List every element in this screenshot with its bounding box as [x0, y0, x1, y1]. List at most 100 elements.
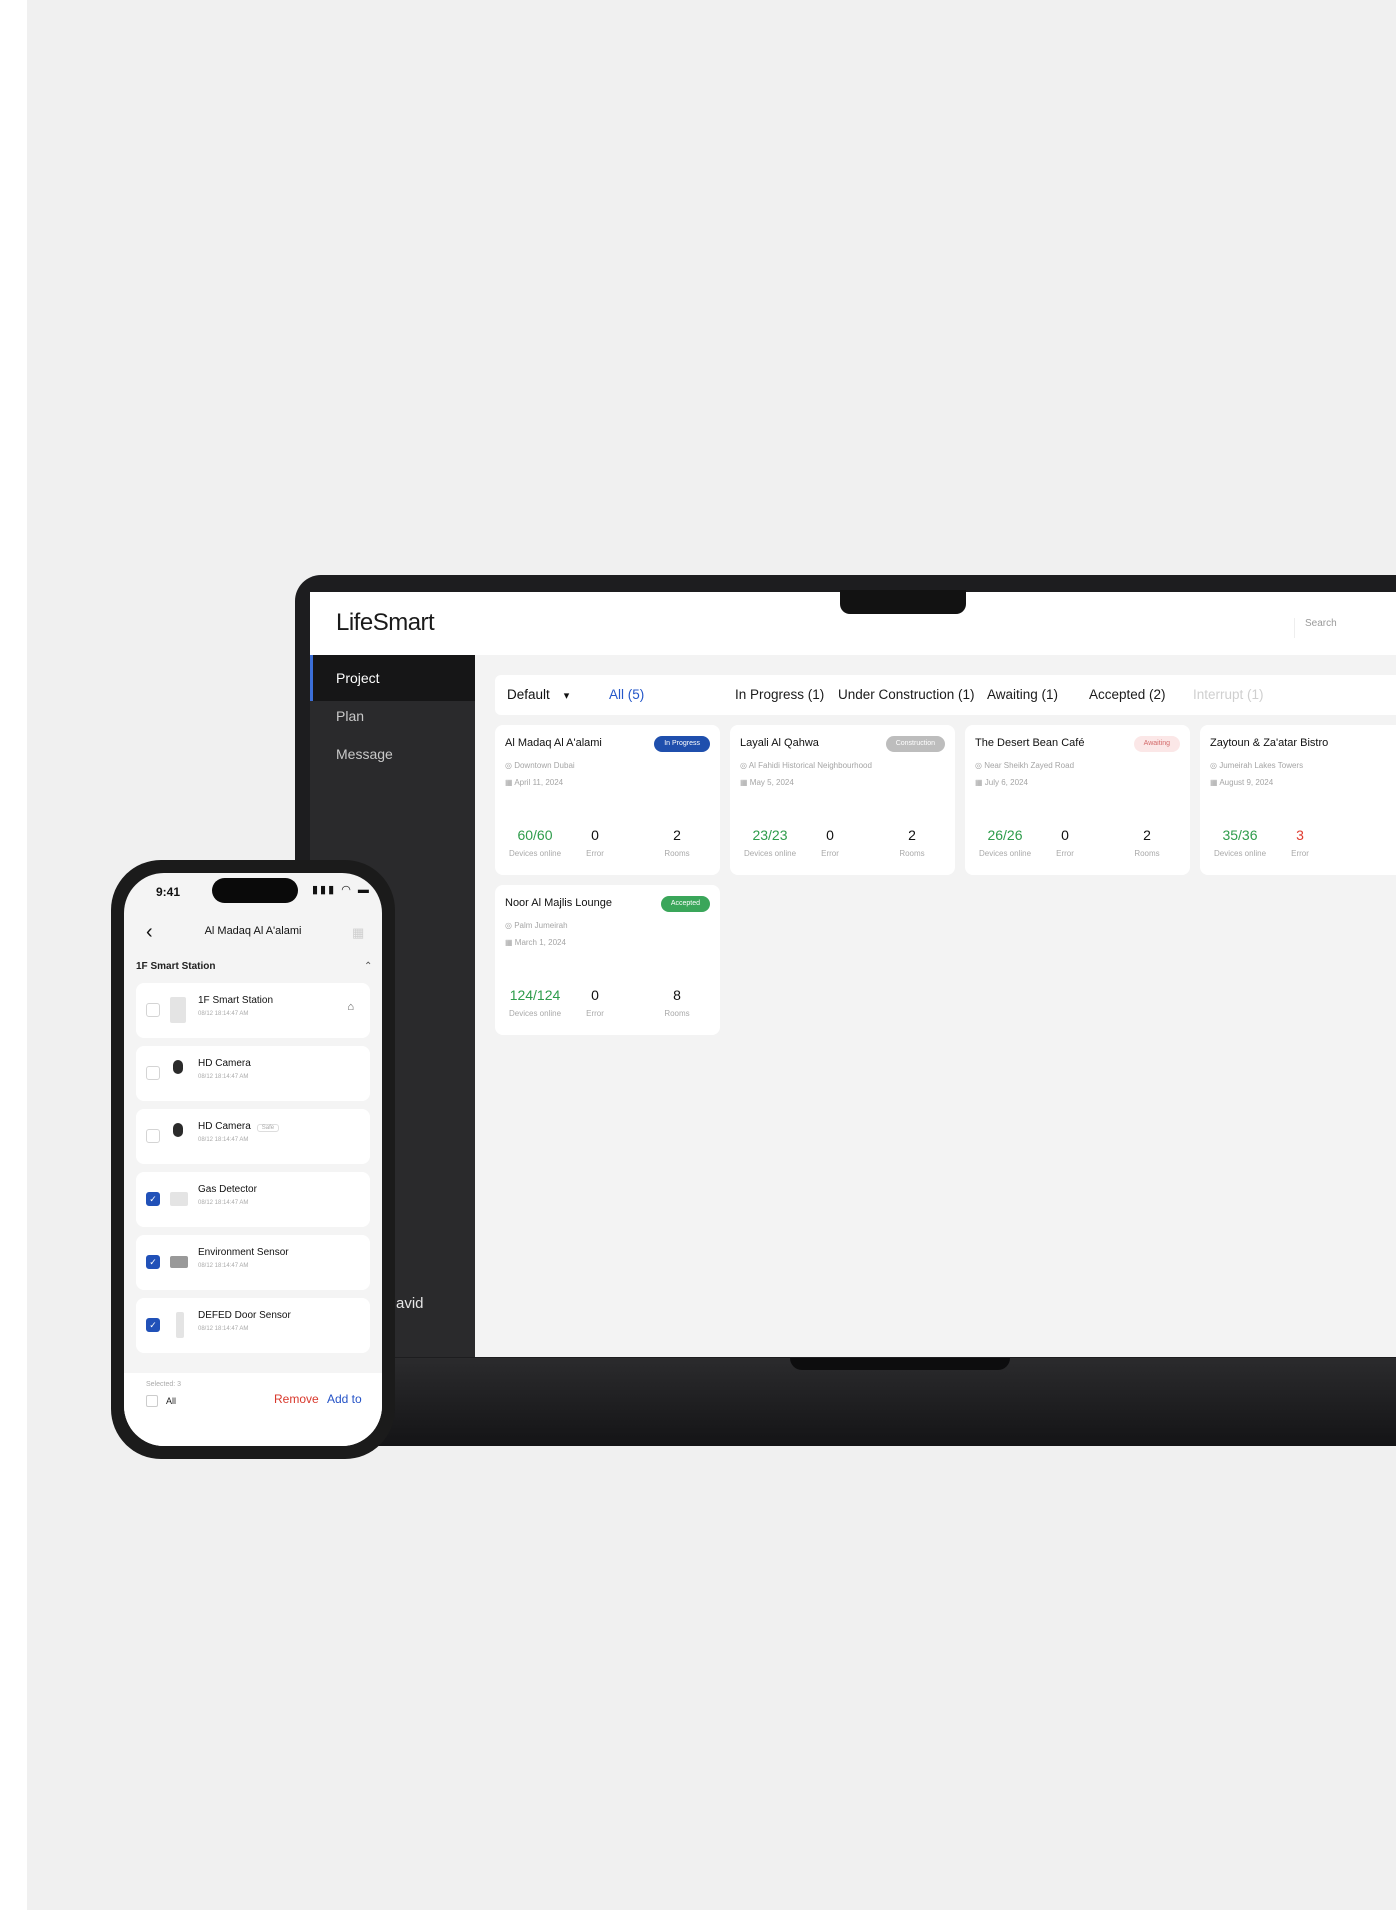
project-card[interactable]: Al Madaq Al A'alami In Progress Downtown…	[495, 725, 720, 875]
laptop-base	[285, 1358, 1396, 1446]
dynamic-island	[212, 878, 298, 903]
search-input[interactable]: Search	[1294, 618, 1396, 638]
door-sensor-icon	[176, 1312, 184, 1338]
rooms-value: 2	[1143, 827, 1151, 843]
status-badge: Accepted	[660, 896, 710, 912]
tab-awaiting[interactable]: Awaiting (1)	[987, 687, 1058, 702]
device-row[interactable]: HD Camera 08/12 18:14:47 AM	[136, 1046, 370, 1101]
device-time: 08/12 18:14:47 AM	[198, 1263, 249, 1269]
device-name: Gas Detector	[198, 1184, 257, 1195]
project-name: Noor Al Majlis Lounge	[505, 897, 613, 909]
devices-online-value: 26/26	[987, 827, 1023, 843]
error-stat: 0 Error	[575, 987, 615, 1018]
devices-online-value: 35/36	[1222, 827, 1258, 843]
device-row[interactable]: ✓ DEFED Door Sensor 08/12 18:14:47 AM	[136, 1298, 370, 1353]
device-name: Environment Sensor	[198, 1247, 289, 1258]
devices-online-stat: 23/23 Devices online	[738, 827, 802, 858]
device-row[interactable]: 1F Smart Station 08/12 18:14:47 AM ⌂	[136, 983, 370, 1038]
error-stat: 0 Error	[1045, 827, 1085, 858]
devices-online-stat: 26/26 Devices online	[973, 827, 1037, 858]
project-name: Zaytoun & Za'atar Bistro	[1210, 737, 1329, 749]
device-name: 1F Smart Station	[198, 995, 274, 1006]
device-row[interactable]: ✓ Environment Sensor 08/12 18:14:47 AM	[136, 1235, 370, 1290]
device-checkbox[interactable]	[146, 1129, 160, 1143]
rooms-label: Rooms	[664, 849, 690, 858]
project-date: August 9, 2024	[1210, 778, 1273, 787]
device-time: 08/12 18:14:47 AM	[198, 1200, 249, 1206]
tab-under-construction[interactable]: Under Construction (1)	[838, 687, 975, 702]
device-checkbox-checked[interactable]: ✓	[146, 1255, 160, 1269]
project-date: July 6, 2024	[975, 778, 1028, 787]
device-time: 08/12 18:14:47 AM	[198, 1326, 249, 1332]
select-all-checkbox[interactable]	[146, 1395, 158, 1407]
project-card[interactable]: Noor Al Majlis Lounge Accepted Palm Jume…	[495, 885, 720, 1035]
error-value: 0	[591, 987, 599, 1003]
devices-online-stat: 60/60 Devices online	[503, 827, 567, 858]
camera-icon	[173, 1060, 183, 1074]
devices-online-value: 23/23	[752, 827, 788, 843]
project-card[interactable]: The Desert Bean Café Awaiting Near Sheik…	[965, 725, 1190, 875]
remove-button[interactable]: Remove	[274, 1392, 319, 1406]
phone-footer: Selected: 3 All Remove Add to	[124, 1373, 382, 1446]
select-all-label: All	[166, 1396, 177, 1406]
rooms-stat: 2 Rooms	[645, 827, 709, 858]
rooms-value: 8	[673, 987, 681, 1003]
project-content: Default All (5) In Progress (1) Under Co…	[475, 655, 1396, 1357]
project-date: May 5, 2024	[740, 778, 794, 787]
error-value: 0	[591, 827, 599, 843]
filter-bar: Default All (5) In Progress (1) Under Co…	[495, 675, 1396, 715]
error-stat: 0 Error	[810, 827, 850, 858]
device-checkbox-checked[interactable]: ✓	[146, 1192, 160, 1206]
chevron-up-icon[interactable]: ⌃	[364, 961, 372, 972]
device-time: 08/12 18:14:47 AM	[198, 1011, 249, 1017]
project-card[interactable]: Zaytoun & Za'atar Bistro Jumeirah Lakes …	[1200, 725, 1396, 875]
grid-icon[interactable]: ▦	[352, 925, 364, 941]
project-location: Near Sheikh Zayed Road	[975, 761, 1074, 770]
devices-online-label: Devices online	[978, 849, 1032, 858]
device-row[interactable]: ✓ Gas Detector 08/12 18:14:47 AM	[136, 1172, 370, 1227]
default-dropdown[interactable]: Default	[507, 687, 569, 702]
error-label: Error	[1291, 849, 1309, 858]
status-time: 9:41	[156, 885, 181, 899]
project-card[interactable]: Layali Al Qahwa Construction Al Fahidi H…	[730, 725, 955, 875]
gas-detector-icon	[170, 1192, 188, 1206]
error-label: Error	[1056, 849, 1074, 858]
project-location: Palm Jumeirah	[505, 921, 567, 930]
project-date: April 11, 2024	[505, 778, 563, 787]
phone-screen: 9:41 ▮▮▮ ◠ ▬ ‹ Al Madaq Al A'alami ▦ 1F …	[124, 873, 382, 1446]
signal-wifi-battery-icon: ▮▮▮ ◠ ▬	[312, 884, 371, 896]
device-name-text: HD Camera	[198, 1121, 251, 1132]
tab-in-progress[interactable]: In Progress (1)	[735, 687, 824, 702]
project-name: Al Madaq Al A'alami	[505, 737, 602, 749]
sidebar-user-name[interactable]: avid	[396, 1295, 424, 1312]
rooms-label: Rooms	[1134, 849, 1160, 858]
devices-online-label: Devices online	[743, 849, 797, 858]
rooms-stat: 2 Rooms	[1115, 827, 1179, 858]
device-name: DEFED Door Sensor	[198, 1310, 291, 1321]
project-name: The Desert Bean Café	[975, 737, 1085, 749]
device-tag: Safe	[256, 1124, 280, 1132]
device-checkbox[interactable]	[146, 1003, 160, 1017]
lifesmart-logo: LifeSmart	[336, 609, 435, 636]
rooms-stat: 8 Rooms	[645, 987, 709, 1018]
camera-icon	[173, 1123, 183, 1137]
project-date: March 1, 2024	[505, 938, 566, 947]
tab-accepted[interactable]: Accepted (2)	[1089, 687, 1166, 702]
tab-interrupt[interactable]: Interrupt (1)	[1193, 687, 1264, 702]
error-stat: 3 Error	[1280, 827, 1320, 858]
add-to-button[interactable]: Add to	[327, 1392, 362, 1406]
project-location: Jumeirah Lakes Towers	[1210, 761, 1303, 770]
camera-notch	[840, 590, 966, 614]
error-label: Error	[586, 1009, 604, 1018]
device-checkbox[interactable]	[146, 1066, 160, 1080]
error-value: 0	[1061, 827, 1069, 843]
tab-all[interactable]: All (5)	[609, 687, 644, 702]
error-value: 0	[826, 827, 834, 843]
device-checkbox-checked[interactable]: ✓	[146, 1318, 160, 1332]
error-stat: 0 Error	[575, 827, 615, 858]
sidebar-item-message[interactable]: Message	[310, 731, 475, 777]
rooms-label: Rooms	[664, 1009, 690, 1018]
rooms-label: Rooms	[899, 849, 925, 858]
device-row[interactable]: HD Camera Safe 08/12 18:14:47 AM	[136, 1109, 370, 1164]
phone-page-title: Al Madaq Al A'alami	[204, 925, 302, 937]
